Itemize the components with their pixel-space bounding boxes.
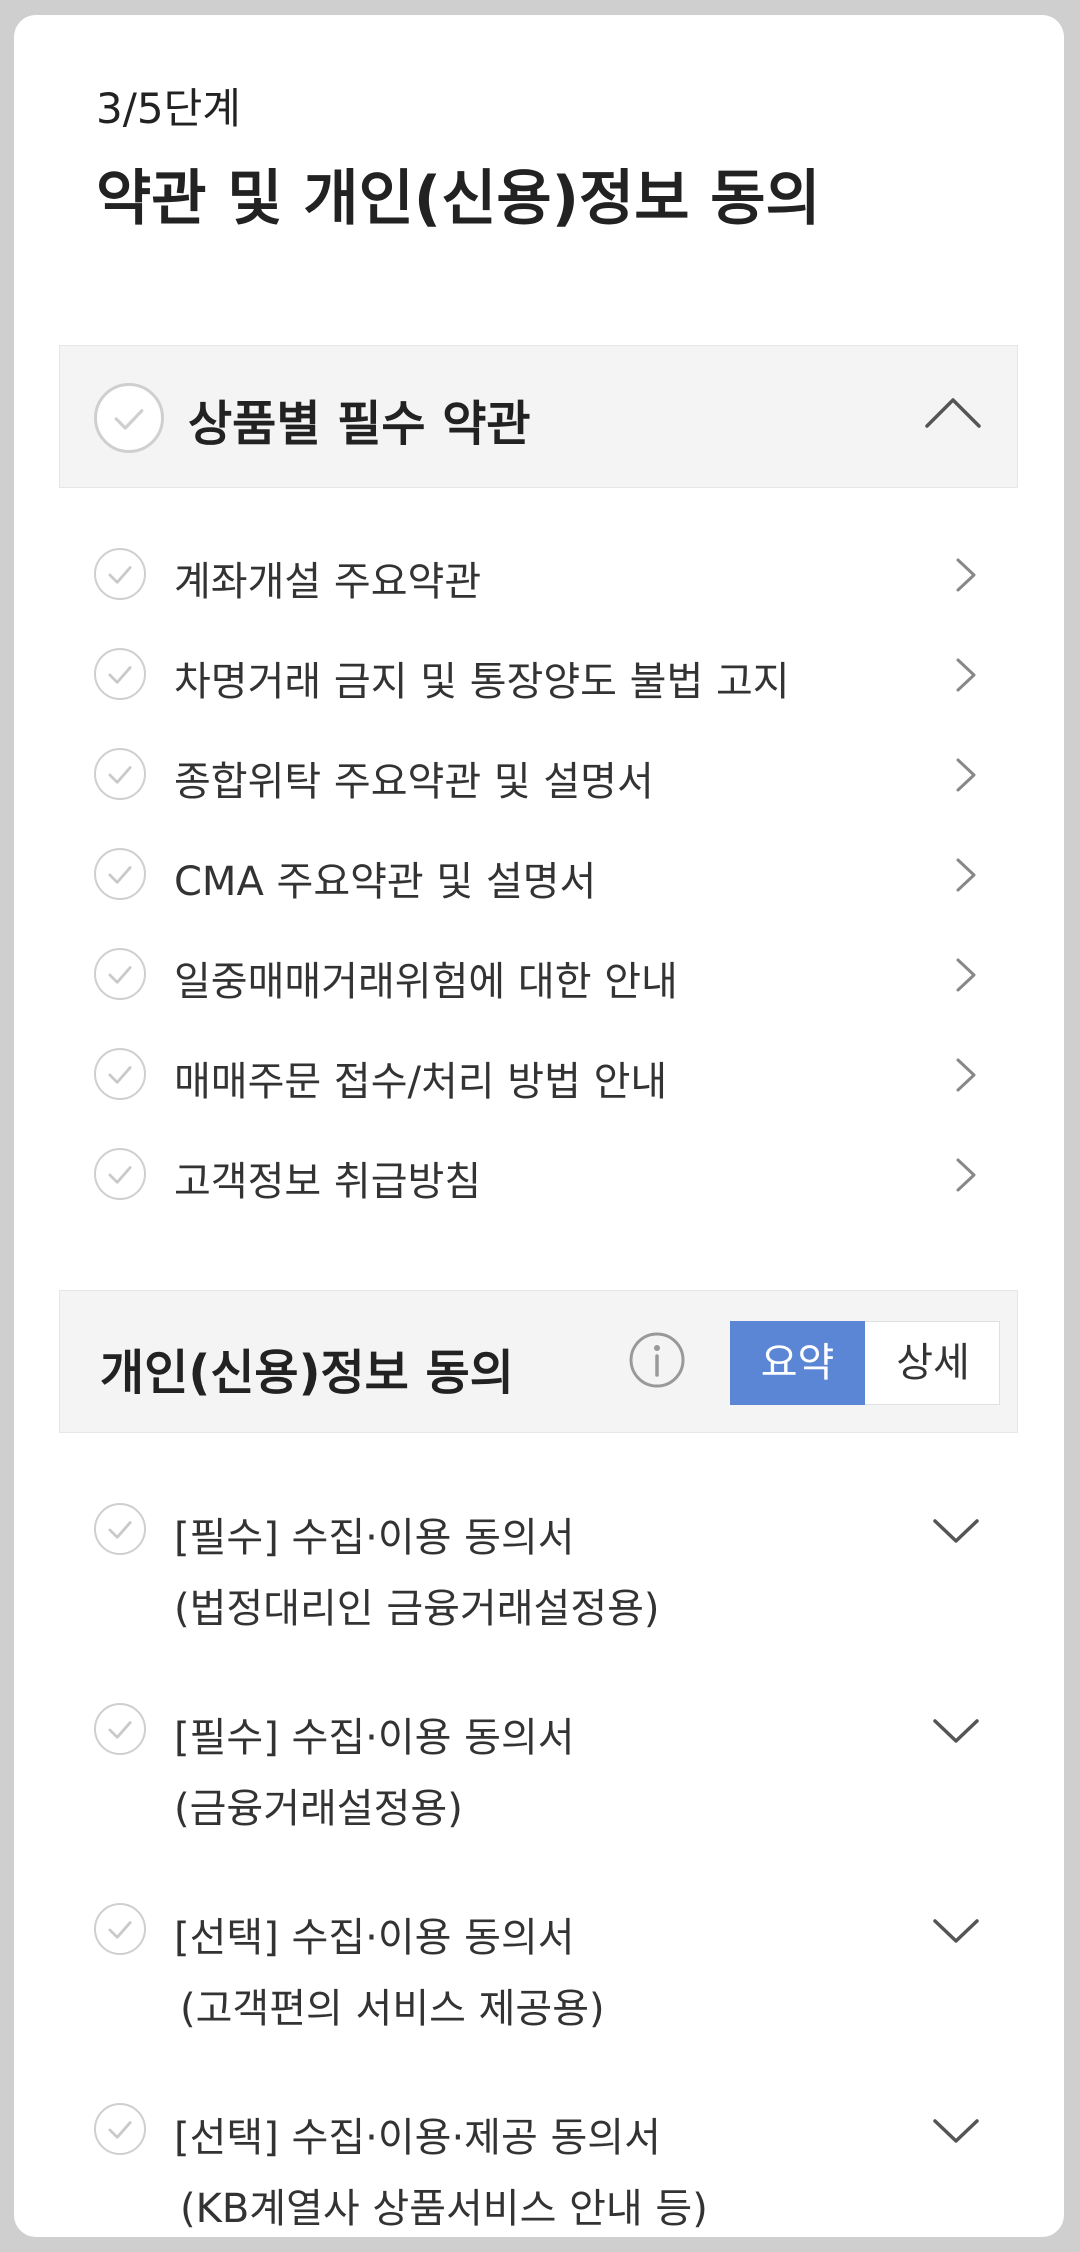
consent-subtitle: (KB계열사 상품서비스 안내 등) [180,2186,708,2232]
product-terms-title: 상품별 필수 약관 [188,396,531,452]
chevron-right-icon[interactable] [952,555,980,595]
term-label: 차명거래 금지 및 통장양도 불법 고지 [174,659,790,705]
check-icon [108,1721,132,1739]
chevron-right-icon[interactable] [952,1155,980,1195]
consent-row-1[interactable]: [필수] 수집·이용 동의서 (금융거래설정용) [14,1703,1064,1873]
check-icon [108,1166,132,1184]
check-icon [108,2121,132,2139]
product-terms-header[interactable]: 상품별 필수 약관 [59,345,1018,488]
term-row-1[interactable]: 차명거래 금지 및 통장양도 불법 고지 [14,623,1064,723]
summary-tab[interactable]: 요약 [730,1321,865,1405]
term-checkbox[interactable] [94,648,146,700]
consent-subtitle: (법정대리인 금융거래설정용) [174,1586,660,1632]
term-label: 일중매매거래위험에 대한 안내 [174,959,678,1005]
term-row-0[interactable]: 계좌개설 주요약관 [14,523,1064,623]
personal-info-title: 개인(신용)정보 동의 [100,1345,514,1401]
term-label: 종합위탁 주요약관 및 설명서 [174,759,654,805]
chevron-right-icon[interactable] [952,655,980,695]
consent-row-0[interactable]: [필수] 수집·이용 동의서 (법정대리인 금융거래설정용) [14,1503,1064,1673]
check-icon [108,966,132,984]
term-row-5[interactable]: 매매주문 접수/처리 방법 안내 [14,1023,1064,1123]
term-label: 매매주문 접수/처리 방법 안내 [174,1059,668,1105]
consent-row-3[interactable]: [선택] 수집·이용·제공 동의서 (KB계열사 상품서비스 안내 등) [14,2103,1064,2237]
term-checkbox[interactable] [94,1048,146,1100]
consent-checkbox[interactable] [94,2103,146,2155]
term-label: 고객정보 취급방침 [174,1159,482,1205]
terms-card: 3/5단계 약관 및 개인(신용)정보 동의 상품별 필수 약관 계좌개설 주요… [14,15,1064,2237]
term-checkbox[interactable] [94,948,146,1000]
chevron-right-icon[interactable] [952,955,980,995]
term-checkbox[interactable] [94,1148,146,1200]
term-label: 계좌개설 주요약관 [174,559,482,605]
check-icon [108,1066,132,1084]
term-row-3[interactable]: CMA 주요약관 및 설명서 [14,823,1064,923]
page-title: 약관 및 개인(신용)정보 동의 [96,164,821,234]
check-icon [108,766,132,784]
info-icon[interactable] [628,1331,686,1389]
step-indicator: 3/5단계 [96,84,241,133]
check-icon [108,1921,132,1939]
term-row-4[interactable]: 일중매매거래위험에 대한 안내 [14,923,1064,1023]
chevron-down-icon[interactable] [930,1915,982,1947]
detail-tab[interactable]: 상세 [865,1321,1001,1405]
check-icon [114,409,144,430]
consent-row-2[interactable]: [선택] 수집·이용 동의서 (고객편의 서비스 제공용) [14,1903,1064,2073]
chevron-down-icon[interactable] [930,1715,982,1747]
consent-subtitle: (고객편의 서비스 제공용) [180,1986,605,2032]
chevron-right-icon[interactable] [952,855,980,895]
consent-title: [필수] 수집·이용 동의서 [174,1715,575,1761]
consent-subtitle: (금융거래설정용) [174,1786,463,1832]
chevron-down-icon[interactable] [930,1515,982,1547]
term-checkbox[interactable] [94,848,146,900]
consent-checkbox[interactable] [94,1903,146,1955]
view-mode-toggle: 요약 상세 [730,1321,1000,1405]
chevron-right-icon[interactable] [952,755,980,795]
term-checkbox[interactable] [94,748,146,800]
term-checkbox[interactable] [94,548,146,600]
chevron-right-icon[interactable] [952,1055,980,1095]
check-icon [108,666,132,684]
consent-checkbox[interactable] [94,1703,146,1755]
term-label: CMA 주요약관 및 설명서 [174,859,597,905]
check-icon [108,566,132,584]
check-icon [108,866,132,884]
personal-info-header: 개인(신용)정보 동의 요약 상세 [59,1290,1018,1433]
consent-title: [필수] 수집·이용 동의서 [174,1515,575,1561]
check-all-product-terms[interactable] [94,383,164,453]
consent-title: [선택] 수집·이용 동의서 [174,1915,575,1961]
consent-title: [선택] 수집·이용·제공 동의서 [174,2115,661,2161]
check-icon [108,1521,132,1539]
term-row-6[interactable]: 고객정보 취급방침 [14,1123,1064,1223]
chevron-down-icon[interactable] [930,2115,982,2147]
chevron-up-icon[interactable] [923,392,983,432]
term-row-2[interactable]: 종합위탁 주요약관 및 설명서 [14,723,1064,823]
consent-checkbox[interactable] [94,1503,146,1555]
